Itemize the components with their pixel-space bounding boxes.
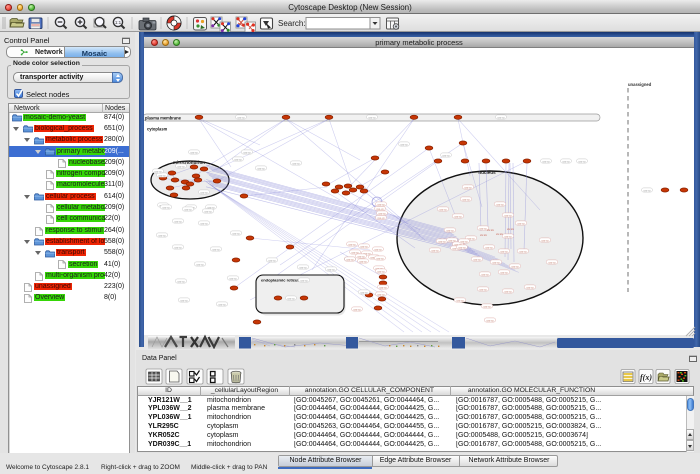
svg-text:xx:xx: xx:xx [480,233,487,237]
svg-text:xxx-xx: xxx-xx [562,160,570,163]
svg-text:xxx-xx: xxx-xx [218,303,226,306]
svg-text:xxx-xx: xxx-xx [348,243,356,246]
svg-text:xxx-xx: xxx-xx [243,151,251,154]
svg-text:xxx-xx: xxx-xx [442,154,450,157]
svg-text:xxx-xx: xxx-xx [346,258,354,261]
svg-text:xxx-xx: xxx-xx [492,261,500,264]
svg-text:xxx-xx: xxx-xx [458,246,466,249]
svg-text:xxx-xx: xxx-xx [379,286,387,289]
svg-text:xxx-xx: xxx-xx [376,208,384,211]
svg-text:xx:xx: xx:xx [487,228,494,232]
svg-text:xxx-xx: xxx-xx [162,206,170,209]
svg-text:xxx-xx: xxx-xx [292,162,300,165]
svg-text:xxx-xx: xxx-xx [517,222,525,225]
svg-text:xxx-xx: xxx-xx [377,293,385,296]
svg-text:xxx-xx: xxx-xx [542,160,550,163]
svg-text:xxx-xx: xxx-xx [174,246,182,249]
svg-text:xxx-xx: xxx-xx [377,270,385,273]
svg-text:xxx-xx: xxx-xx [526,286,534,289]
svg-text:xxx-xx: xxx-xx [479,288,487,291]
svg-text:xxx-xx: xxx-xx [548,261,556,264]
svg-text:xxx-xx: xxx-xx [439,208,447,211]
svg-text:xxx-xx: xxx-xx [504,214,512,217]
svg-text:xxx-xx: xxx-xx [643,189,651,192]
svg-text:xxx-xx: xxx-xx [454,215,462,218]
svg-text:xxx-xx: xxx-xx [368,116,376,119]
svg-text:xxx-xx: xxx-xx [158,174,166,177]
svg-text:xxx-xx: xxx-xx [541,239,549,242]
svg-text:xxx-xx: xxx-xx [360,245,368,248]
svg-text:xxx-xx: xxx-xx [287,297,295,300]
svg-text:nucleus: nucleus [478,170,496,175]
svg-text:xxx-xx: xxx-xx [378,212,386,215]
svg-text:xxx-xx: xxx-xx [184,208,192,211]
svg-text:xxx-xx: xxx-xx [496,203,504,206]
svg-text:plasma membrane: plasma membrane [145,116,182,121]
svg-text:xxx-xx: xxx-xx [180,299,188,302]
svg-text:xxx-xx: xxx-xx [460,240,468,243]
svg-text:xxx-xx: xxx-xx [190,151,198,154]
svg-text:xxx-xx: xxx-xx [374,248,382,251]
svg-text:unassigned: unassigned [628,82,652,87]
svg-text:xxx-xx: xxx-xx [237,116,245,119]
svg-text:xxx-xx: xxx-xx [327,268,335,271]
svg-text:xxx-xx: xxx-xx [481,273,489,276]
svg-text:xxx-xx: xxx-xx [174,220,182,223]
svg-text:xxx-xx: xxx-xx [504,290,512,293]
svg-text:xxx-xx: xxx-xx [177,280,185,283]
svg-text:xxx-xx: xxx-xx [446,229,454,232]
svg-text:xxx-xx: xxx-xx [519,250,527,253]
svg-text:xxx-xx: xxx-xx [377,217,385,220]
svg-text:xxx-xx: xxx-xx [504,235,512,238]
svg-text:xx:xx: xx:xx [496,232,503,236]
svg-text:xxx-xx: xxx-xx [438,240,446,243]
svg-text:xxx-xx: xxx-xx [200,222,208,225]
svg-text:xxx-xx: xxx-xx [357,255,365,258]
svg-text:xxx-xx: xxx-xx [359,260,367,263]
svg-text:f(x): f(x) [640,373,652,382]
svg-text:xxx-xx: xxx-xx [511,265,519,268]
svg-text:Search:: Search: [278,19,306,28]
svg-text:xxx-xx: xxx-xx [500,271,508,274]
svg-text:xx:xx: xx:xx [507,227,514,231]
svg-text:1:1: 1:1 [115,20,122,25]
svg-text:xxx-xx: xxx-xx [431,249,439,252]
svg-text:xxx-xx: xxx-xx [473,258,481,261]
svg-text:xxx-xx: xxx-xx [177,165,185,168]
svg-text:xxx-xx: xxx-xx [300,279,308,282]
svg-text:xxx-xx: xxx-xx [497,116,505,119]
svg-text:xxx-xx: xxx-xx [196,263,204,266]
svg-text:xxx-xx: xxx-xx [464,186,472,189]
svg-text:xxx-xx: xxx-xx [234,158,242,161]
svg-text:cytoplasm: cytoplasm [147,127,168,132]
svg-text:xxx-xx: xxx-xx [578,160,586,163]
svg-text:xxx-xx: xxx-xx [483,305,491,308]
svg-text:xxx-xx: xxx-xx [299,266,307,269]
svg-text:xxx-xx: xxx-xx [200,191,208,194]
svg-text:xxx-xx: xxx-xx [462,198,470,201]
svg-text:xxx-xx: xxx-xx [376,257,384,260]
svg-text:xxx-xx: xxx-xx [486,319,494,322]
svg-text:xxx-xx: xxx-xx [485,246,493,249]
svg-text:xxx-xx: xxx-xx [377,203,385,206]
svg-text:xxx-xx: xxx-xx [400,143,408,146]
svg-text:xxx-xx: xxx-xx [456,299,464,302]
svg-text:xxx-xx: xxx-xx [204,210,212,213]
svg-text:xxx-xx: xxx-xx [212,248,220,251]
svg-text:xxx-xx: xxx-xx [229,277,237,280]
svg-text:xxx-xx: xxx-xx [268,259,276,262]
svg-text:xxx-xx: xxx-xx [158,234,166,237]
svg-text:xxx-xx: xxx-xx [232,232,240,235]
svg-text:xxx-xx: xxx-xx [257,167,265,170]
svg-text:xxx-xx: xxx-xx [360,291,368,294]
svg-text:xxx-xx: xxx-xx [500,250,508,253]
svg-text:xxx-xx: xxx-xx [154,170,162,173]
svg-text:xxx-xx: xxx-xx [353,308,361,311]
